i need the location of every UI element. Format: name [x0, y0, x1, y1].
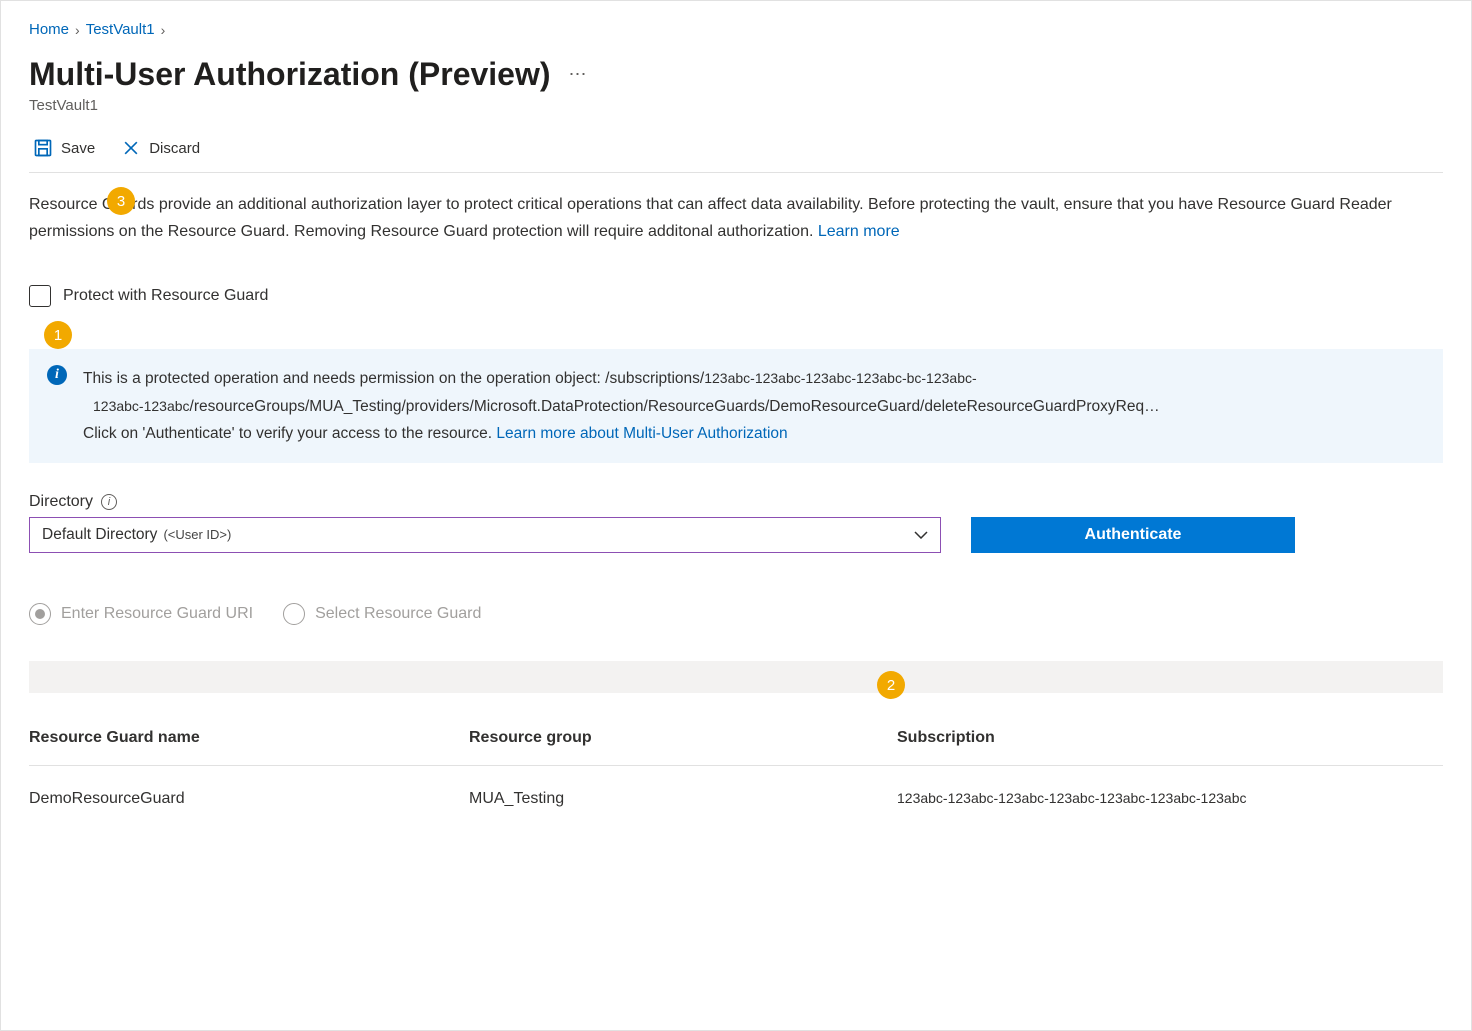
- directory-select[interactable]: Default Directory (<User ID>): [29, 517, 941, 553]
- info-text: This is a protected operation and needs …: [83, 365, 1425, 446]
- protect-checkbox-label: Protect with Resource Guard: [63, 287, 268, 305]
- save-button[interactable]: Save: [29, 134, 99, 162]
- info-callout: i This is a protected operation and need…: [29, 349, 1443, 462]
- chevron-down-icon: [914, 526, 928, 544]
- radio-select-guard-label: Select Resource Guard: [315, 605, 481, 623]
- info-learn-more-link[interactable]: Learn more about Multi-User Authorizatio…: [496, 425, 787, 442]
- col-header-name: Resource Guard name: [29, 729, 469, 747]
- cell-sub: 123abc-123abc-123abc-123abc-123abc-123ab…: [897, 790, 1443, 808]
- resource-guard-mode-radios: Enter Resource Guard URI Select Resource…: [29, 603, 1443, 625]
- help-icon[interactable]: i: [101, 494, 117, 510]
- separator-bar: [29, 661, 1443, 693]
- annotation-badge-1: 1: [44, 321, 72, 349]
- protect-checkbox-row: Protect with Resource Guard: [29, 285, 1443, 307]
- directory-select-value: Default Directory: [42, 526, 157, 544]
- col-header-rg: Resource group: [469, 729, 897, 747]
- directory-select-hint: (<User ID>): [163, 527, 231, 542]
- col-header-sub: Subscription: [897, 729, 1443, 747]
- cell-rg: MUA_Testing: [469, 790, 897, 808]
- breadcrumb: Home › TestVault1 ›: [29, 21, 1443, 38]
- resource-guard-table: Resource Guard name Resource group Subsc…: [29, 729, 1443, 808]
- cell-name: DemoResourceGuard: [29, 790, 469, 808]
- radio-select-guard[interactable]: [283, 603, 305, 625]
- page-title: Multi-User Authorization (Preview): [29, 56, 551, 93]
- info-icon: i: [47, 365, 67, 385]
- toolbar: Save Discard: [29, 134, 1443, 173]
- breadcrumb-vault[interactable]: TestVault1: [86, 21, 155, 38]
- description-text: Resource Guards provide an additional au…: [29, 191, 1443, 245]
- annotation-badge-2: 2: [877, 671, 905, 699]
- radio-enter-uri-label: Enter Resource Guard URI: [61, 605, 253, 623]
- more-icon[interactable]: ⋯: [569, 64, 589, 85]
- radio-enter-uri[interactable]: [29, 603, 51, 625]
- discard-button-label: Discard: [149, 140, 200, 157]
- page-subtitle: TestVault1: [29, 97, 1443, 114]
- chevron-right-icon: ›: [75, 22, 80, 38]
- save-button-label: Save: [61, 140, 95, 157]
- annotation-badge-3: 3: [107, 187, 135, 215]
- save-icon: [33, 138, 53, 158]
- chevron-right-icon: ›: [161, 22, 166, 38]
- table-row[interactable]: DemoResourceGuard MUA_Testing 123abc-123…: [29, 790, 1443, 808]
- breadcrumb-home[interactable]: Home: [29, 21, 69, 38]
- directory-label: Directory: [29, 493, 93, 511]
- authenticate-button[interactable]: Authenticate: [971, 517, 1295, 553]
- protect-checkbox[interactable]: [29, 285, 51, 307]
- discard-button[interactable]: Discard: [117, 134, 204, 162]
- learn-more-link[interactable]: Learn more: [818, 223, 900, 240]
- close-icon: [121, 138, 141, 158]
